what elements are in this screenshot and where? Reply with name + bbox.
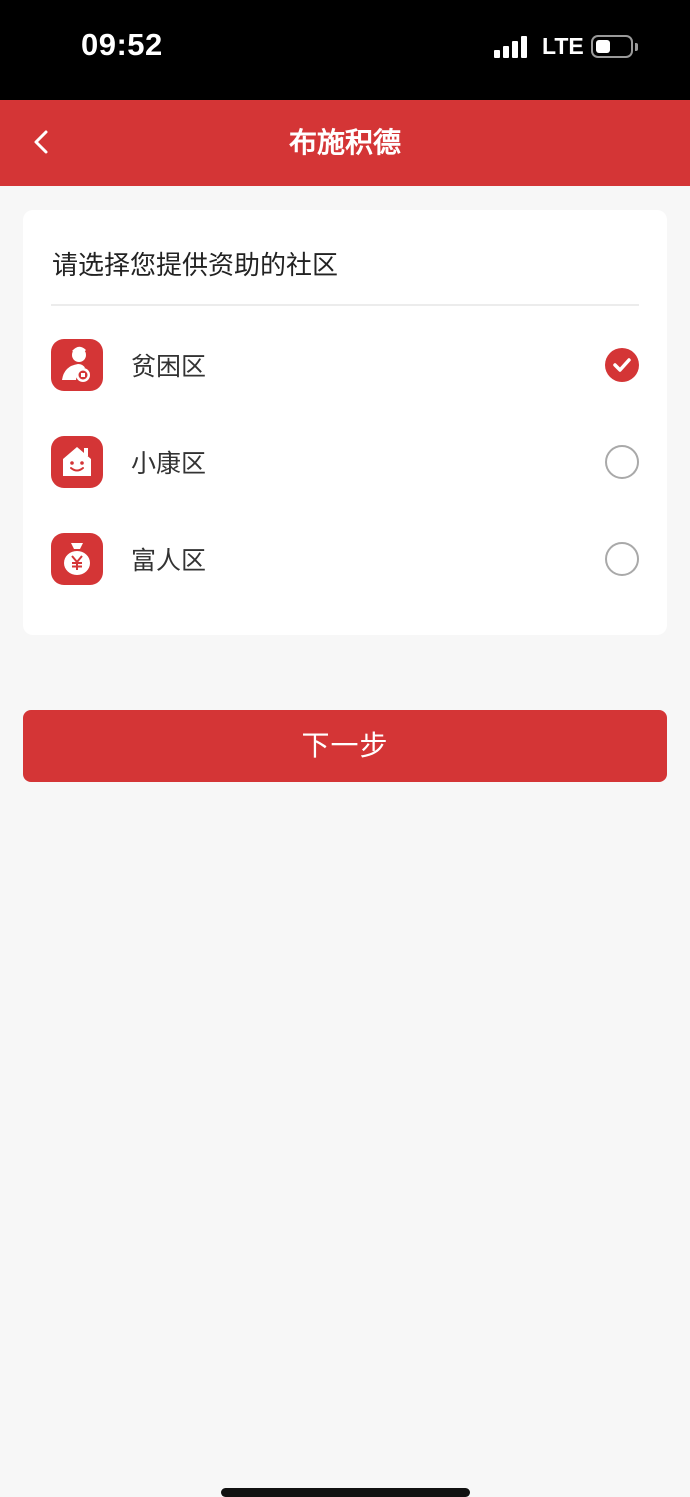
battery-tip xyxy=(635,43,638,51)
status-time: 09:52 xyxy=(81,27,163,62)
battery-icon xyxy=(591,35,633,58)
radio-unchecked[interactable] xyxy=(605,445,639,479)
middle-class-house-icon xyxy=(51,436,103,488)
option-label: 贫困区 xyxy=(131,352,207,381)
checkmark-icon xyxy=(613,358,631,372)
option-label: 富人区 xyxy=(131,546,207,575)
status-bar: 09:52 LTE xyxy=(0,0,690,100)
next-step-button[interactable]: 下一步 xyxy=(23,710,667,782)
page-title: 布施积德 xyxy=(288,126,401,159)
radio-unchecked[interactable] xyxy=(605,542,639,576)
card-heading: 请选择您提供资助的社区 xyxy=(52,251,339,281)
network-type: LTE xyxy=(542,33,584,59)
battery-level xyxy=(596,40,610,53)
option-label: 小康区 xyxy=(131,449,207,478)
home-indicator[interactable] xyxy=(221,1488,470,1497)
option-poor-district[interactable]: 贫困区 xyxy=(23,317,667,413)
nav-bar: 布施积德 xyxy=(0,100,690,186)
divider xyxy=(51,304,639,306)
poor-district-icon xyxy=(51,339,103,391)
money-bag-icon xyxy=(51,533,103,585)
option-rich-district[interactable]: 富人区 xyxy=(23,511,667,607)
signal-strength-icon xyxy=(494,36,528,58)
option-middle-class-district[interactable]: 小康区 xyxy=(23,414,667,510)
radio-checked[interactable] xyxy=(605,348,639,382)
district-selection-card: 请选择您提供资助的社区 贫困区 小康区 富人区 xyxy=(23,210,667,635)
